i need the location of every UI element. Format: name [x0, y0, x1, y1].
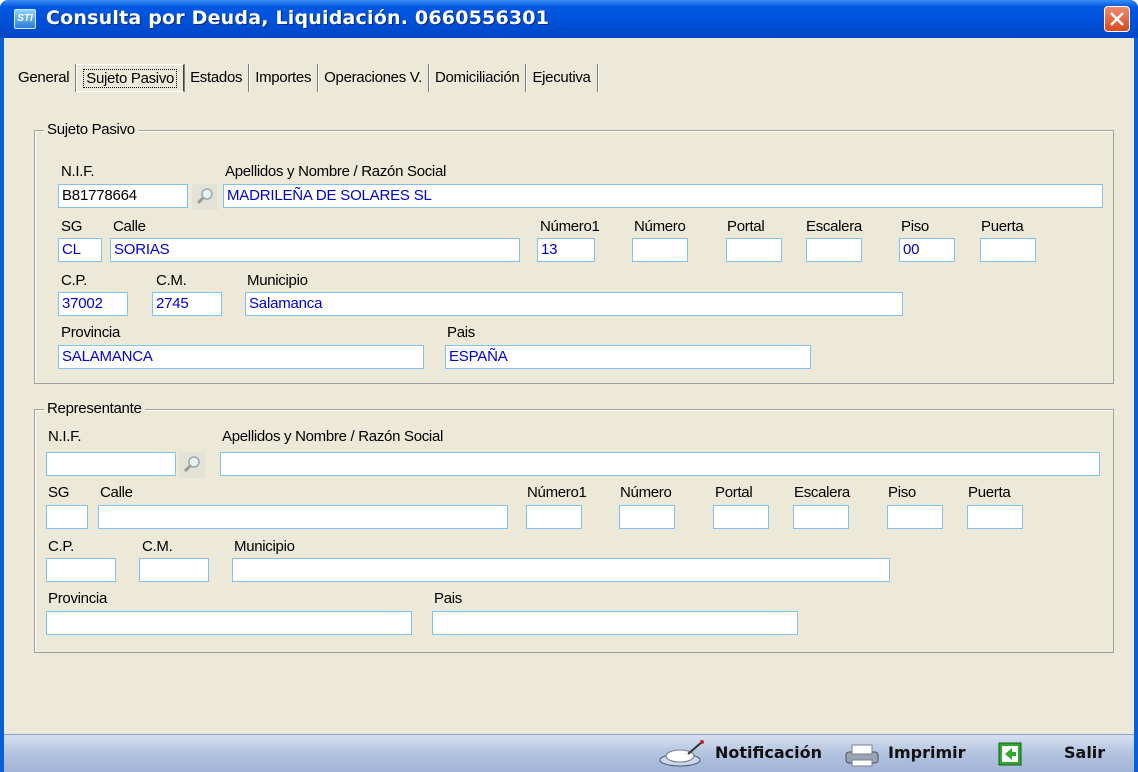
- magnifier-icon: [196, 188, 213, 205]
- sp-cp-label: C.P.: [61, 272, 88, 289]
- magnifier-icon: [183, 456, 200, 473]
- sp-calle-label: Calle: [113, 218, 146, 235]
- rp-nif-lookup-button[interactable]: [179, 452, 205, 478]
- rp-piso-field[interactable]: [887, 505, 943, 529]
- tab-label: Importes: [255, 69, 312, 86]
- notification-icon[interactable]: [652, 740, 712, 771]
- tab-label: Operaciones V.: [324, 69, 422, 86]
- title-bar[interactable]: STI Consulta por Deuda, Liquidación. 066…: [0, 0, 1138, 38]
- rp-puerta-label: Puerta: [968, 484, 1011, 501]
- rp-piso-label: Piso: [888, 484, 916, 501]
- sp-puerta-label: Puerta: [981, 218, 1024, 235]
- rp-pais-label: Pais: [434, 590, 462, 607]
- rp-cp-field[interactable]: [46, 558, 116, 582]
- rp-portal-label: Portal: [715, 484, 753, 501]
- tab-label: General: [18, 69, 70, 86]
- sp-cm-field[interactable]: 2745: [152, 292, 222, 316]
- rp-numero1-field[interactable]: [526, 505, 582, 529]
- rp-portal-field[interactable]: [713, 505, 769, 529]
- sp-puerta-field[interactable]: [980, 238, 1036, 262]
- sp-portal-label: Portal: [727, 218, 765, 235]
- tab-label: Sujeto Pasivo: [83, 69, 178, 88]
- sp-sg-label: SG: [61, 218, 83, 235]
- rp-sg-label: SG: [48, 484, 70, 501]
- sp-calle-field[interactable]: SORIAS: [110, 238, 520, 262]
- sp-cm-label: C.M.: [156, 272, 187, 289]
- close-icon: [1110, 12, 1124, 26]
- close-button[interactable]: [1104, 6, 1130, 32]
- tab-label: Domiciliación: [434, 69, 520, 86]
- rp-nombre-label: Apellidos y Nombre / Razón Social: [222, 428, 444, 445]
- rp-numero-label: Número: [620, 484, 672, 501]
- sp-nif-label: N.I.F.: [61, 163, 95, 180]
- sp-pais-label: Pais: [447, 324, 475, 341]
- tab-estados[interactable]: Estados: [184, 64, 250, 92]
- sp-provincia-label: Provincia: [61, 324, 120, 341]
- rp-pais-field[interactable]: [432, 611, 798, 635]
- tab-label: Estados: [190, 69, 243, 86]
- sp-municipio-label: Municipio: [247, 272, 308, 289]
- rp-escalera-label: Escalera: [794, 484, 850, 501]
- sp-numero-field[interactable]: [632, 238, 688, 262]
- rp-cm-label: C.M.: [142, 538, 173, 555]
- app-window: STI Consulta por Deuda, Liquidación. 066…: [0, 0, 1138, 772]
- printer-icon[interactable]: [842, 742, 884, 771]
- notificacion-button[interactable]: Notificación: [715, 743, 822, 762]
- sp-nombre-label: Apellidos y Nombre / Razón Social: [225, 163, 447, 180]
- tab-general[interactable]: General: [12, 64, 77, 92]
- exit-icon[interactable]: [998, 742, 1022, 769]
- sp-cp-field[interactable]: 37002: [58, 292, 128, 316]
- rp-escalera-field[interactable]: [793, 505, 849, 529]
- tab-ejecutiva[interactable]: Ejecutiva: [526, 64, 598, 92]
- rp-numero-field[interactable]: [619, 505, 675, 529]
- representante-legend: Representante: [44, 400, 145, 417]
- sp-escalera-field[interactable]: [806, 238, 862, 262]
- app-icon: STI: [14, 9, 36, 29]
- sp-escalera-label: Escalera: [806, 218, 862, 235]
- sp-pais-field[interactable]: ESPAÑA: [445, 345, 811, 369]
- rp-puerta-field[interactable]: [967, 505, 1023, 529]
- sp-sg-field[interactable]: CL: [58, 238, 102, 262]
- imprimir-button[interactable]: Imprimir: [888, 743, 966, 762]
- tab-domiciliacion[interactable]: Domiciliación: [429, 64, 527, 92]
- sp-piso-field[interactable]: 00: [899, 238, 955, 262]
- rp-numero1-label: Número1: [527, 484, 587, 501]
- tab-label: Ejecutiva: [532, 69, 591, 86]
- sp-provincia-field[interactable]: SALAMANCA: [58, 345, 424, 369]
- rp-provincia-label: Provincia: [48, 590, 107, 607]
- rp-municipio-label: Municipio: [234, 538, 295, 555]
- rp-sg-field[interactable]: [46, 505, 88, 529]
- rp-calle-label: Calle: [100, 484, 133, 501]
- sujeto-pasivo-legend: Sujeto Pasivo: [44, 121, 138, 138]
- sp-piso-label: Piso: [901, 218, 929, 235]
- tab-sujeto-pasivo[interactable]: Sujeto Pasivo: [76, 64, 185, 92]
- rp-calle-field[interactable]: [98, 505, 508, 529]
- sp-numero1-field[interactable]: 13: [537, 238, 595, 262]
- rp-nif-field[interactable]: [46, 452, 176, 476]
- rp-cm-field[interactable]: [139, 558, 209, 582]
- tab-importes[interactable]: Importes: [249, 64, 319, 92]
- rp-nif-label: N.I.F.: [48, 428, 82, 445]
- tab-bar: General Sujeto Pasivo Estados Importes O…: [12, 64, 598, 92]
- salir-button[interactable]: Salir: [1064, 743, 1105, 762]
- window-title: Consulta por Deuda, Liquidación. 0660556…: [46, 7, 550, 29]
- sp-portal-field[interactable]: [726, 238, 782, 262]
- sp-numero-label: Número: [634, 218, 686, 235]
- sp-municipio-field[interactable]: Salamanca: [245, 292, 903, 316]
- rp-municipio-field[interactable]: [232, 558, 890, 582]
- rp-nombre-field[interactable]: [220, 452, 1100, 476]
- sp-numero1-label: Número1: [540, 218, 600, 235]
- sp-nif-field[interactable]: B81778664: [58, 184, 188, 208]
- sp-nombre-field[interactable]: MADRILEÑA DE SOLARES SL: [223, 184, 1103, 208]
- rp-provincia-field[interactable]: [46, 611, 412, 635]
- sp-nif-lookup-button[interactable]: [192, 184, 218, 210]
- tab-operaciones[interactable]: Operaciones V.: [318, 64, 429, 92]
- rp-cp-label: C.P.: [48, 538, 75, 555]
- action-bar: Notificación Imprimir Salir: [4, 734, 1134, 772]
